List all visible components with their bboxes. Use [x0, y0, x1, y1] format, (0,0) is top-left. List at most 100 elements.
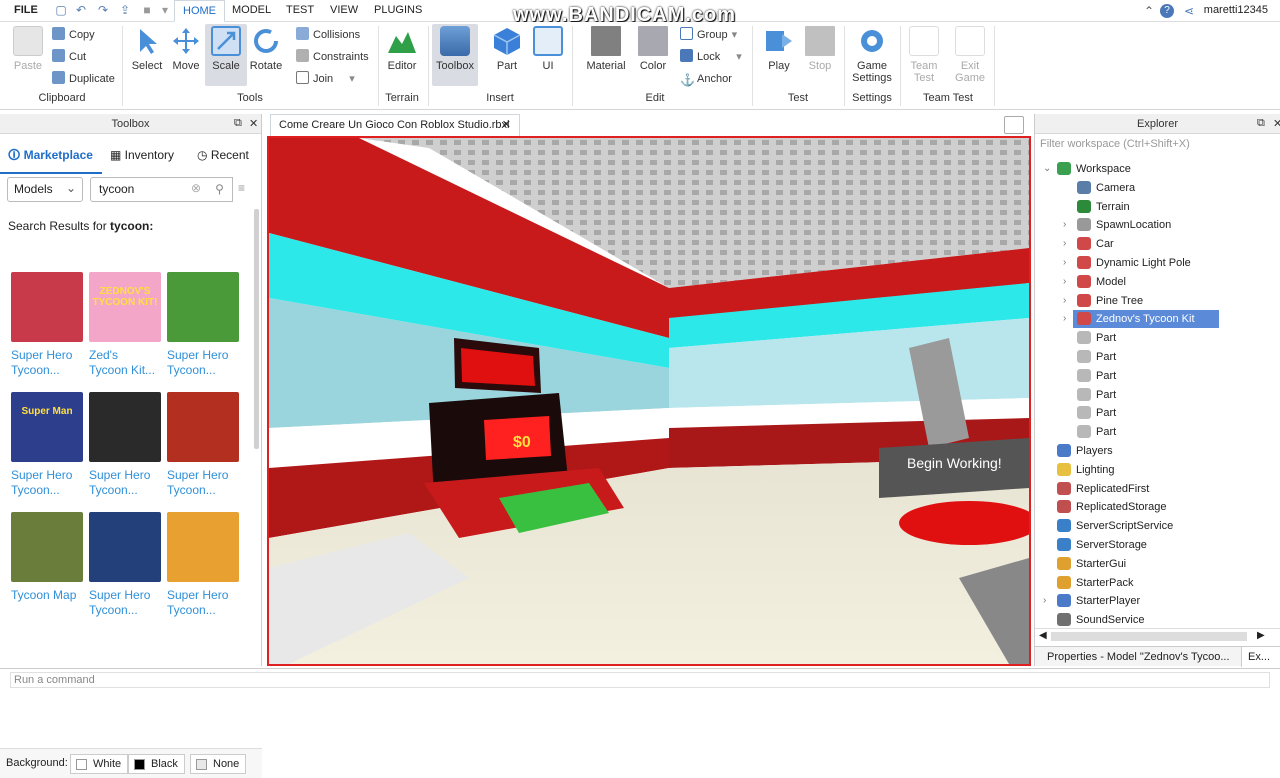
properties-tab[interactable]: Properties - Model "Zednov's Tycoo... Ex.…: [1035, 646, 1280, 667]
filter-icon[interactable]: ≡: [238, 181, 245, 195]
search-input[interactable]: tycoon ⊗: [90, 177, 208, 202]
tree-item[interactable]: StarterPack: [1057, 574, 1133, 592]
scroll-left-icon[interactable]: ◀: [1039, 630, 1047, 641]
tree-item[interactable]: Part: [1077, 423, 1116, 441]
category-select[interactable]: Models ⌄: [7, 177, 83, 202]
tree-item[interactable]: Part: [1077, 404, 1116, 422]
chevron-right-icon[interactable]: ›: [1063, 276, 1066, 287]
tab-plugins[interactable]: PLUGINS: [366, 0, 430, 22]
constraints-button[interactable]: Constraints: [296, 48, 369, 66]
stop-button[interactable]: Stop: [798, 26, 842, 72]
username[interactable]: maretti12345: [1204, 4, 1268, 16]
chevron-down-icon[interactable]: ▾: [158, 3, 172, 17]
tab-home[interactable]: HOME: [174, 0, 225, 22]
tree-item[interactable]: Part: [1077, 386, 1116, 404]
material-button[interactable]: Material: [584, 26, 628, 72]
tree-item[interactable]: Model: [1077, 273, 1126, 291]
chevron-right-icon[interactable]: ›: [1063, 257, 1066, 268]
result-item[interactable]: Super Hero Tycoon...: [89, 512, 165, 618]
redo-icon[interactable]: ↷: [96, 3, 110, 17]
result-item[interactable]: Super Hero Tycoon...: [89, 392, 165, 498]
maximize-icon[interactable]: [1004, 116, 1024, 134]
lock-button[interactable]: Lock ▾: [680, 48, 742, 66]
tree-item[interactable]: SpawnLocation: [1077, 216, 1171, 234]
chevron-right-icon[interactable]: ›: [1043, 595, 1046, 606]
stop-icon[interactable]: ■: [140, 3, 154, 17]
explorer-filter-input[interactable]: Filter workspace (Ctrl+Shift+X): [1039, 138, 1277, 155]
undock-icon[interactable]: ⧉: [1257, 117, 1265, 130]
tab-recent[interactable]: ◷ Recent: [197, 144, 249, 166]
result-item[interactable]: ZEDNOV'S TYCOON KIT! Zed's Tycoon Kit...: [89, 272, 165, 378]
result-label[interactable]: Super Hero Tycoon...: [167, 348, 243, 378]
tree-item[interactable]: Car: [1077, 235, 1114, 253]
tab-marketplace[interactable]: 🛈 Marketplace: [8, 144, 93, 166]
result-item[interactable]: Super Hero Tycoon...: [167, 272, 243, 378]
tree-item[interactable]: Part: [1077, 329, 1116, 347]
search-icon[interactable]: ⚲: [207, 177, 233, 202]
ui-button[interactable]: UI: [526, 26, 570, 72]
game-settings-button[interactable]: Game Settings: [850, 26, 894, 84]
tree-item[interactable]: Workspace: [1057, 160, 1131, 178]
tree-item[interactable]: Players: [1057, 442, 1113, 460]
paste-button[interactable]: Paste: [6, 26, 50, 72]
3d-viewport[interactable]: $0 Begin Working!: [267, 136, 1031, 666]
result-label[interactable]: Zed's Tycoon Kit...: [89, 348, 165, 378]
scrollbar-thumb[interactable]: [1051, 632, 1247, 641]
tree-item[interactable]: ServerScriptService: [1057, 517, 1173, 535]
command-input[interactable]: Run a command: [10, 672, 1270, 688]
result-label[interactable]: Super Hero Tycoon...: [11, 468, 87, 498]
bg-black-button[interactable]: Black: [128, 754, 185, 774]
exit-game-button[interactable]: Exit Game: [948, 26, 992, 84]
result-label[interactable]: Super Hero Tycoon...: [89, 588, 165, 618]
cut-button[interactable]: Cut: [52, 48, 86, 66]
tree-item[interactable]: ServerStorage: [1057, 536, 1147, 554]
result-item[interactable]: Super Hero Tycoon...: [167, 392, 243, 498]
group-button[interactable]: Group ▾: [680, 26, 737, 44]
scrollbar[interactable]: [254, 209, 259, 449]
scale-button[interactable]: Scale: [204, 26, 248, 72]
result-label[interactable]: Super Hero Tycoon...: [11, 348, 87, 378]
chevron-right-icon[interactable]: ›: [1063, 219, 1066, 230]
result-item[interactable]: Super Man Super Hero Tycoon...: [11, 392, 87, 498]
tree-item[interactable]: SoundService: [1057, 611, 1145, 629]
file-menu[interactable]: FILE: [6, 3, 46, 17]
bg-white-button[interactable]: White: [70, 754, 129, 774]
collisions-button[interactable]: Collisions: [296, 26, 360, 44]
tree-item[interactable]: Pine Tree: [1077, 292, 1143, 310]
result-item[interactable]: Super Hero Tycoon...: [167, 512, 243, 618]
tab-test[interactable]: TEST: [278, 0, 322, 22]
result-item[interactable]: Tycoon Map: [11, 512, 87, 603]
anchor-button[interactable]: ⚓ Anchor: [680, 70, 732, 88]
tab-model[interactable]: MODEL: [224, 0, 279, 22]
tree-item[interactable]: StarterGui: [1057, 555, 1126, 573]
move-button[interactable]: Move: [164, 26, 208, 72]
select-button[interactable]: Select: [125, 26, 169, 72]
close-icon[interactable]: ✕: [1273, 117, 1280, 130]
play-button[interactable]: Play: [757, 26, 801, 72]
tree-item[interactable]: Zednov's Tycoon Kit: [1073, 310, 1219, 329]
bg-none-button[interactable]: None: [190, 754, 247, 774]
chevron-right-icon[interactable]: ›: [1063, 295, 1066, 306]
chevron-right-icon[interactable]: ›: [1063, 238, 1066, 249]
join-checkbox[interactable]: Join ▾: [296, 70, 355, 88]
result-label[interactable]: Super Hero Tycoon...: [89, 468, 165, 498]
publish-icon[interactable]: ⇪: [118, 3, 132, 17]
close-icon[interactable]: ✕: [249, 117, 258, 130]
copy-button[interactable]: Copy: [52, 26, 95, 44]
tree-item[interactable]: Part: [1077, 367, 1116, 385]
tree-item[interactable]: Part: [1077, 348, 1116, 366]
tab-inventory[interactable]: ▦ Inventory: [110, 144, 174, 166]
chevron-down-icon[interactable]: ⌄: [1043, 163, 1051, 174]
tree-item[interactable]: ReplicatedStorage: [1057, 498, 1167, 516]
collapse-ribbon-icon[interactable]: ⌃: [1142, 4, 1156, 18]
undock-icon[interactable]: ⧉: [234, 117, 242, 130]
result-label[interactable]: Super Hero Tycoon...: [167, 468, 243, 498]
tree-item[interactable]: Lighting: [1057, 461, 1115, 479]
help-icon[interactable]: ?: [1160, 4, 1174, 18]
horizontal-scrollbar[interactable]: ◀ ▶: [1035, 628, 1280, 644]
undo-icon[interactable]: ↶: [74, 3, 88, 17]
tree-item[interactable]: Camera: [1077, 179, 1135, 197]
rotate-button[interactable]: Rotate: [244, 26, 288, 72]
team-test-button[interactable]: Team Test: [902, 26, 946, 84]
close-icon[interactable]: ✕: [502, 115, 511, 135]
